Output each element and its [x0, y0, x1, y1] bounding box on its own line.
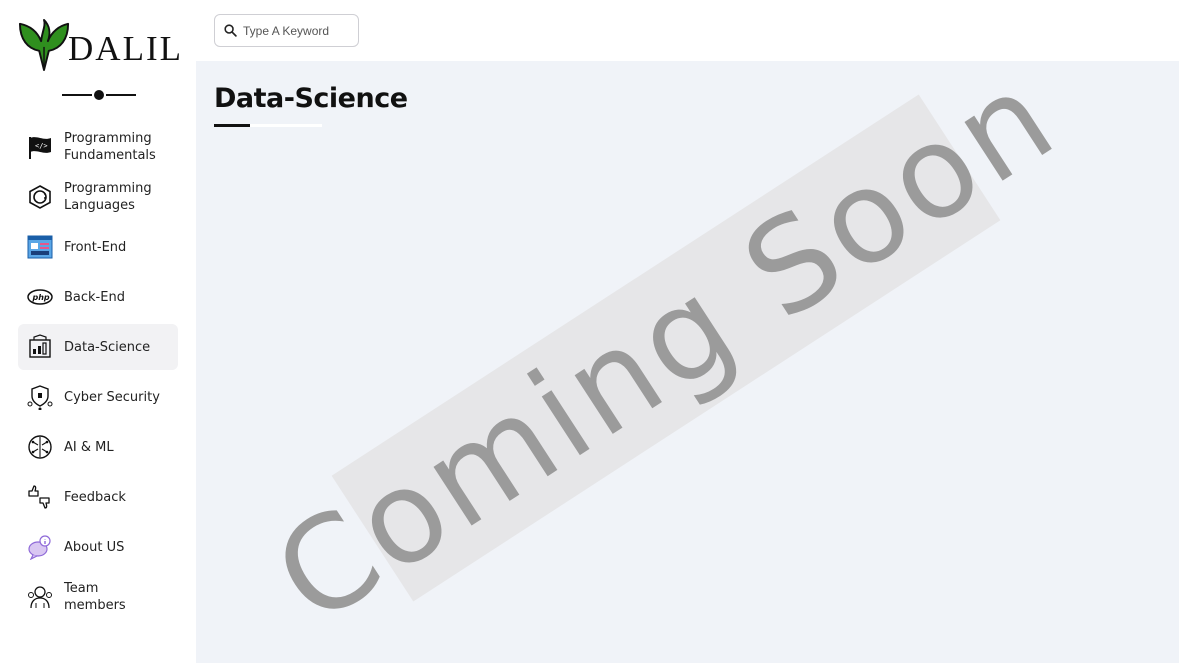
sidebar-item-ai-ml[interactable]: AI & ML: [18, 424, 178, 470]
sidebar-item-feedback[interactable]: Feedback: [18, 474, 178, 520]
leaf-logo-icon: [18, 18, 70, 72]
sidebar-item-programming-languages[interactable]: Programming Languages: [18, 174, 178, 220]
brand-name: DALIL: [68, 29, 183, 68]
brand-logo[interactable]: DALIL: [18, 16, 183, 74]
search-box[interactable]: [214, 14, 359, 47]
page-title: Data-Science: [214, 83, 408, 114]
logo-divider: [62, 88, 136, 102]
sidebar: DALIL </> Programming Fundamentals Progr…: [0, 0, 196, 663]
main-content: Data-Science Coming Soon: [196, 61, 1179, 663]
sidebar-item-about-us[interactable]: About US: [18, 524, 178, 570]
info-chat-icon: [26, 533, 54, 561]
coming-soon-text: Coming Soon: [250, 61, 1082, 654]
sidebar-item-label: Team members: [64, 581, 126, 613]
c-sharp-icon: [26, 183, 54, 211]
sidebar-item-label: Programming Languages: [64, 181, 152, 213]
sidebar-item-label: About US: [64, 539, 125, 555]
sidebar-item-team-members[interactable]: Team members: [18, 574, 178, 620]
sidebar-item-back-end[interactable]: php Back-End: [18, 274, 178, 320]
search-input[interactable]: [243, 23, 355, 38]
sidebar-item-label: Feedback: [64, 489, 126, 505]
top-bar: [196, 0, 1179, 61]
sidebar-item-programming-fundamentals[interactable]: </> Programming Fundamentals: [18, 124, 178, 170]
thumbs-icon: [26, 483, 54, 511]
sidebar-item-data-science[interactable]: Data-Science: [18, 324, 178, 370]
sidebar-item-label: Back-End: [64, 289, 125, 305]
php-icon: php: [26, 283, 54, 311]
sidebar-item-front-end[interactable]: Front-End: [18, 224, 178, 270]
svg-text:</>: </>: [35, 142, 48, 150]
title-underline: [214, 124, 322, 127]
sidebar-item-label: Programming Fundamentals: [64, 131, 156, 163]
sidebar-item-label: Data-Science: [64, 339, 151, 355]
sidebar-nav: </> Programming Fundamentals Programming…: [18, 124, 178, 624]
coming-soon-banner: Coming Soon: [250, 61, 1081, 654]
search-icon: [224, 24, 237, 37]
sidebar-item-label: Cyber Security: [64, 389, 160, 405]
data-science-icon: [26, 333, 54, 361]
sidebar-item-label: AI & ML: [64, 439, 114, 455]
svg-text:php: php: [32, 293, 50, 302]
brain-circuit-icon: [26, 433, 54, 461]
team-icon: [26, 583, 54, 611]
sidebar-item-cyber-security[interactable]: Cyber Security: [18, 374, 178, 420]
sidebar-item-label: Front-End: [64, 239, 127, 255]
browser-window-icon: [26, 233, 54, 261]
shield-network-icon: [26, 383, 54, 411]
code-flag-icon: </>: [26, 133, 54, 161]
